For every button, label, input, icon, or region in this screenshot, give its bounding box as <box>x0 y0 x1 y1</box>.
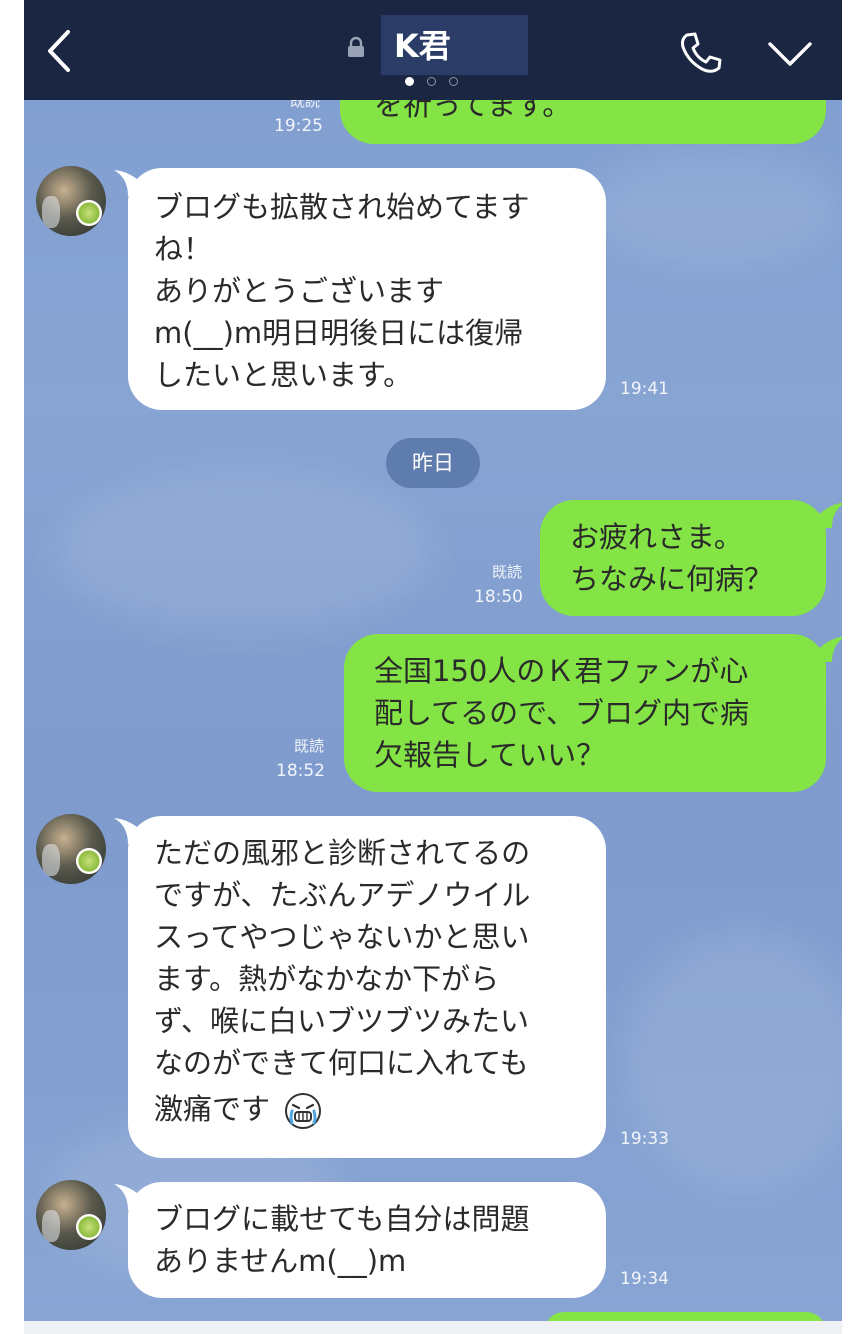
background-cloud <box>624 930 842 1190</box>
message-time: 19:25 <box>274 116 323 136</box>
message-line: お疲れさま。 <box>570 520 743 554</box>
page-dot <box>427 77 436 86</box>
message-line: 激痛です <box>154 1092 271 1126</box>
message-line: ず、喉に白いブツブツみたい <box>154 1004 529 1038</box>
message-line: ですが、たぶんアデノウイル <box>154 878 531 912</box>
message-line: 欠報告していい？ <box>374 738 606 772</box>
message-line: ありませんm(__)m <box>154 1244 407 1278</box>
bubble-tail <box>812 636 842 662</box>
page-dot <box>449 77 458 86</box>
avatar[interactable] <box>36 166 106 236</box>
message-line: 配してるので、ブログ内で病 <box>374 696 749 730</box>
message-time: 19:33 <box>620 1129 669 1149</box>
message-time: 19:41 <box>620 379 669 399</box>
message-bubble-outgoing[interactable]: 全国150人のＫ君ファンが心 配してるので、ブログ内で病 欠報告していい？ <box>344 634 826 792</box>
message-time: 18:50 <box>474 587 523 607</box>
message-bubble-incoming[interactable]: ただの風邪と診断されてるの ですが、たぶんアデノウイル スってやつじゃないかと思… <box>128 816 606 1158</box>
date-divider: 昨日 <box>386 438 480 488</box>
message-line: スってやつじゃないかと思い <box>154 920 530 954</box>
chevron-down-icon[interactable] <box>766 36 814 72</box>
phone-icon[interactable] <box>678 30 722 76</box>
message-bubble-outgoing[interactable]: お疲れさま。 ちなみに何病？ <box>540 500 826 616</box>
message-line: ただの風邪と診断されてるの <box>154 836 531 870</box>
chat-title[interactable]: K君 <box>394 26 451 66</box>
message-line: ね！ <box>154 232 213 266</box>
background-cloud <box>584 150 842 270</box>
lock-icon <box>348 36 364 57</box>
message-time: 18:52 <box>276 761 325 781</box>
message-line: 全国150人のＫ君ファンが心 <box>374 654 749 688</box>
chevron-left-icon[interactable] <box>40 26 80 76</box>
avatar[interactable] <box>36 814 106 884</box>
background-cloud <box>54 470 434 630</box>
avatar[interactable] <box>36 1180 106 1250</box>
message-line: ちなみに何病？ <box>570 562 774 596</box>
read-receipt: 既読 <box>294 737 325 755</box>
message-line: ありがとうございます <box>154 274 445 308</box>
message-time: 19:34 <box>620 1269 669 1289</box>
bottom-edge <box>24 1321 842 1334</box>
chat-header: K君 <box>24 0 842 100</box>
crying-face-icon <box>285 1093 322 1129</box>
message-bubble-incoming[interactable]: ブログに載せても自分は問題 ありませんm(__)m <box>128 1182 606 1298</box>
read-receipt: 既読 <box>492 563 523 581</box>
page-dot-active <box>405 77 414 86</box>
message-line-with-sticker: 激痛です <box>154 1088 606 1131</box>
message-line: m(__)m明日明後日には復帰 <box>154 316 524 350</box>
message-line: ます。熱がなかなか下がら <box>154 962 500 996</box>
message-line: ブログも拡散され始めてます <box>154 190 530 224</box>
message-line: なのができて何口に入れても <box>154 1046 529 1080</box>
message-line: ブログに載せても自分は問題 <box>154 1202 530 1236</box>
bubble-tail <box>812 502 842 528</box>
chat-screen: 既読 19:25 を祈ってます。 ブログも拡散され始めてます ね！ ありがとうご… <box>24 0 842 1334</box>
message-line: したいと思います。 <box>154 358 413 392</box>
page-indicator <box>405 77 465 87</box>
message-bubble-incoming[interactable]: ブログも拡散され始めてます ね！ ありがとうございます m(__)m明日明後日に… <box>128 168 606 410</box>
